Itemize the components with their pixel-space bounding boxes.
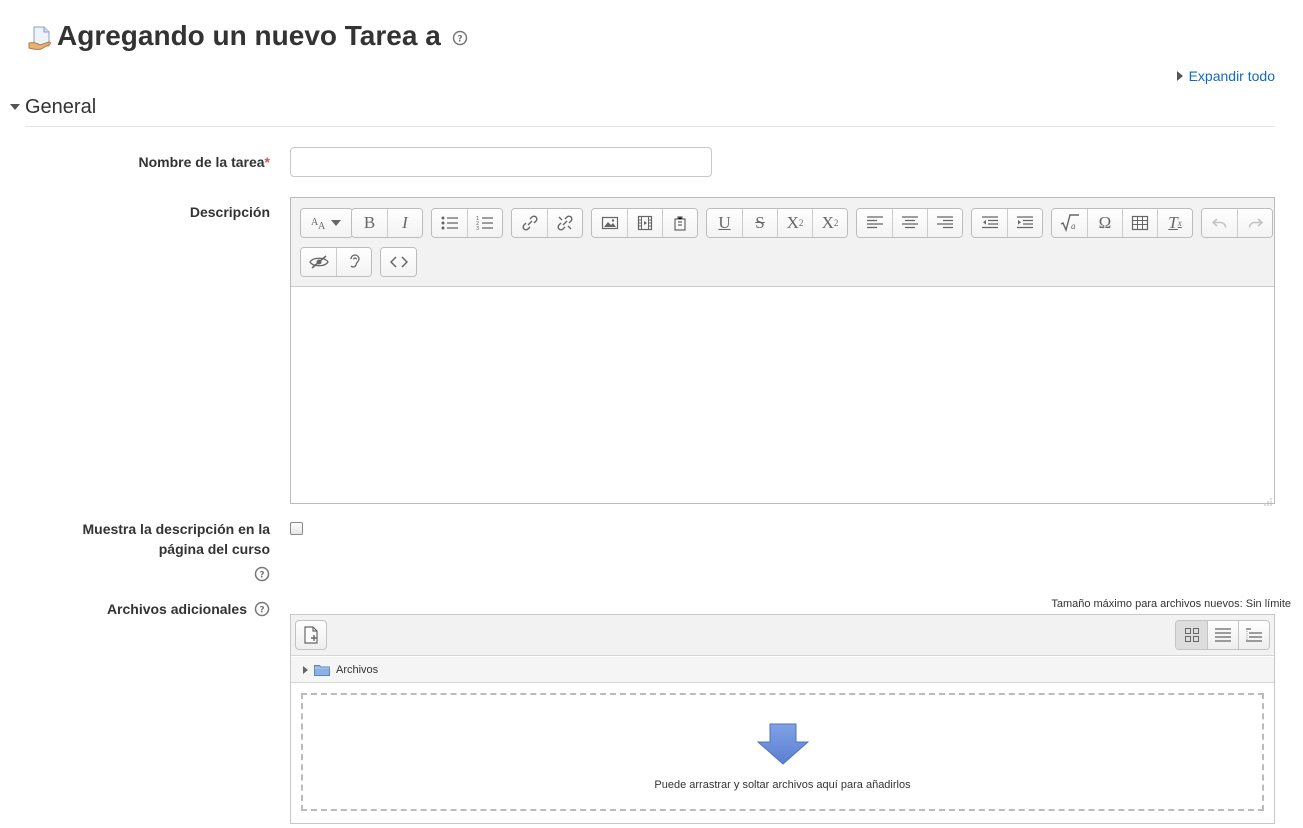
clear-index: x <box>1177 218 1182 228</box>
manage-files-icon[interactable] <box>662 209 697 237</box>
superscript-glyph: X <box>821 213 834 232</box>
svg-text:?: ? <box>457 35 462 45</box>
resize-grip-icon[interactable] <box>1264 493 1272 506</box>
assignment-icon <box>27 24 55 52</box>
tree-view-icon[interactable] <box>1238 621 1269 649</box>
undo-icon[interactable] <box>1202 209 1237 237</box>
help-icon[interactable]: ? <box>254 601 270 617</box>
drop-arrow-icon <box>756 723 809 765</box>
toolbar-group-history <box>1201 208 1273 238</box>
ordered-list-icon[interactable]: 123 <box>467 209 502 237</box>
toolbar-group-textstyle: U S X2 X2 <box>706 208 848 238</box>
view-switcher <box>1175 620 1270 650</box>
add-file-icon <box>304 626 318 644</box>
page-title: Agregando un nuevo Tarea a <box>57 20 441 51</box>
toolbar-group-font: B I <box>351 208 423 238</box>
required-mark: * <box>264 154 270 170</box>
show-description-label-line2: página del curso <box>158 541 270 557</box>
show-description-label-line1: Muestra la descripción en la <box>82 521 270 537</box>
list-view-icon[interactable] <box>1207 621 1238 649</box>
file-drop-zone[interactable]: Puede arrastrar y soltar archivos aquí p… <box>301 693 1264 811</box>
toolbar-group-align <box>856 208 963 238</box>
image-icon[interactable] <box>592 209 627 237</box>
folder-path[interactable]: Archivos <box>291 657 1274 683</box>
caret-down-icon <box>10 104 20 110</box>
caret-right-icon <box>1176 71 1183 81</box>
align-center-icon[interactable] <box>892 209 927 237</box>
svg-text:?: ? <box>259 571 264 581</box>
show-description-label: Muestra la descripción en la página del … <box>82 519 270 559</box>
svg-text:a: a <box>1071 221 1076 231</box>
toolbar-group-style: AA <box>300 208 353 238</box>
show-description-checkbox[interactable] <box>290 522 303 535</box>
file-manager-toolbar <box>291 615 1274 656</box>
icons-view-icon[interactable] <box>1176 621 1207 649</box>
clear-formatting-icon[interactable]: Tx <box>1157 209 1192 237</box>
section-divider <box>25 126 1275 127</box>
screenreader-helper-icon[interactable] <box>336 248 371 276</box>
indent-icon[interactable] <box>1007 209 1042 237</box>
toolbar-group-insert: a Ω Tx <box>1051 208 1193 238</box>
svg-text:A: A <box>318 221 326 231</box>
description-editor[interactable]: AA B I 123 U S X 2 X 2 a Ω T x <box>290 197 1275 506</box>
expand-all-label: Expandir todo <box>1188 68 1275 84</box>
align-right-icon[interactable] <box>927 209 962 237</box>
additional-files-label: Archivos adicionales <box>106 601 247 617</box>
table-icon[interactable] <box>1122 209 1157 237</box>
accessibility-checker-icon[interactable] <box>301 248 336 276</box>
subscript-index: 2 <box>798 218 804 228</box>
assignment-name-input[interactable] <box>290 147 712 177</box>
special-character-icon[interactable]: Ω <box>1087 209 1122 237</box>
max-file-size-text: Tamaño máximo para archivos nuevos: Sin … <box>1051 598 1291 610</box>
outdent-icon[interactable] <box>972 209 1007 237</box>
font-size-icon[interactable]: AA <box>301 209 352 237</box>
name-label-text: Nombre de la tarea <box>138 154 265 170</box>
toolbar-group-html <box>380 247 417 277</box>
section-title: General <box>25 96 97 118</box>
link-icon[interactable] <box>512 209 547 237</box>
subscript-glyph: X <box>786 213 799 232</box>
unlink-icon[interactable] <box>547 209 582 237</box>
html-source-icon[interactable] <box>381 248 416 276</box>
expand-folder-icon[interactable] <box>303 665 308 674</box>
toolbar-group-media <box>591 208 698 238</box>
clear-glyph: T <box>1168 213 1178 232</box>
redo-icon[interactable] <box>1237 209 1272 237</box>
toolbar-group-lists: 123 <box>431 208 503 238</box>
help-icon[interactable]: ? <box>452 30 468 46</box>
toolbar-group-links <box>511 208 583 238</box>
drop-zone-text: Puede arrastrar y soltar archivos aquí p… <box>654 779 911 791</box>
editor-content-area[interactable] <box>291 288 1274 503</box>
italic-icon[interactable]: I <box>387 209 422 237</box>
underline-icon[interactable]: U <box>707 209 742 237</box>
align-left-icon[interactable] <box>857 209 892 237</box>
help-icon[interactable]: ? <box>254 566 270 582</box>
section-header-general[interactable]: General <box>10 94 96 120</box>
svg-text:3: 3 <box>476 226 479 231</box>
name-field-label: Nombre de la tarea* <box>138 152 270 172</box>
expand-all-link[interactable]: Expandir todo <box>1176 67 1275 85</box>
equation-icon[interactable]: a <box>1052 209 1087 237</box>
strikethrough-icon[interactable]: S <box>742 209 777 237</box>
bold-icon[interactable]: B <box>352 209 387 237</box>
file-manager: Archivos Puede arrastrar y soltar archiv… <box>290 614 1275 824</box>
description-label: Descripción <box>189 204 270 220</box>
editor-toolbar: AA B I 123 U S X 2 X 2 a Ω T x <box>291 198 1274 287</box>
unordered-list-icon[interactable] <box>432 209 467 237</box>
svg-text:?: ? <box>259 606 264 616</box>
subscript-icon[interactable]: X2 <box>777 209 812 237</box>
superscript-index: 2 <box>833 218 839 228</box>
toolbar-group-accessibility <box>300 247 372 277</box>
add-file-button[interactable] <box>295 620 327 650</box>
media-icon[interactable] <box>627 209 662 237</box>
folder-name: Archivos <box>336 663 379 676</box>
superscript-icon[interactable]: X2 <box>812 209 847 237</box>
toolbar-group-indent <box>971 208 1043 238</box>
folder-icon <box>314 665 330 676</box>
